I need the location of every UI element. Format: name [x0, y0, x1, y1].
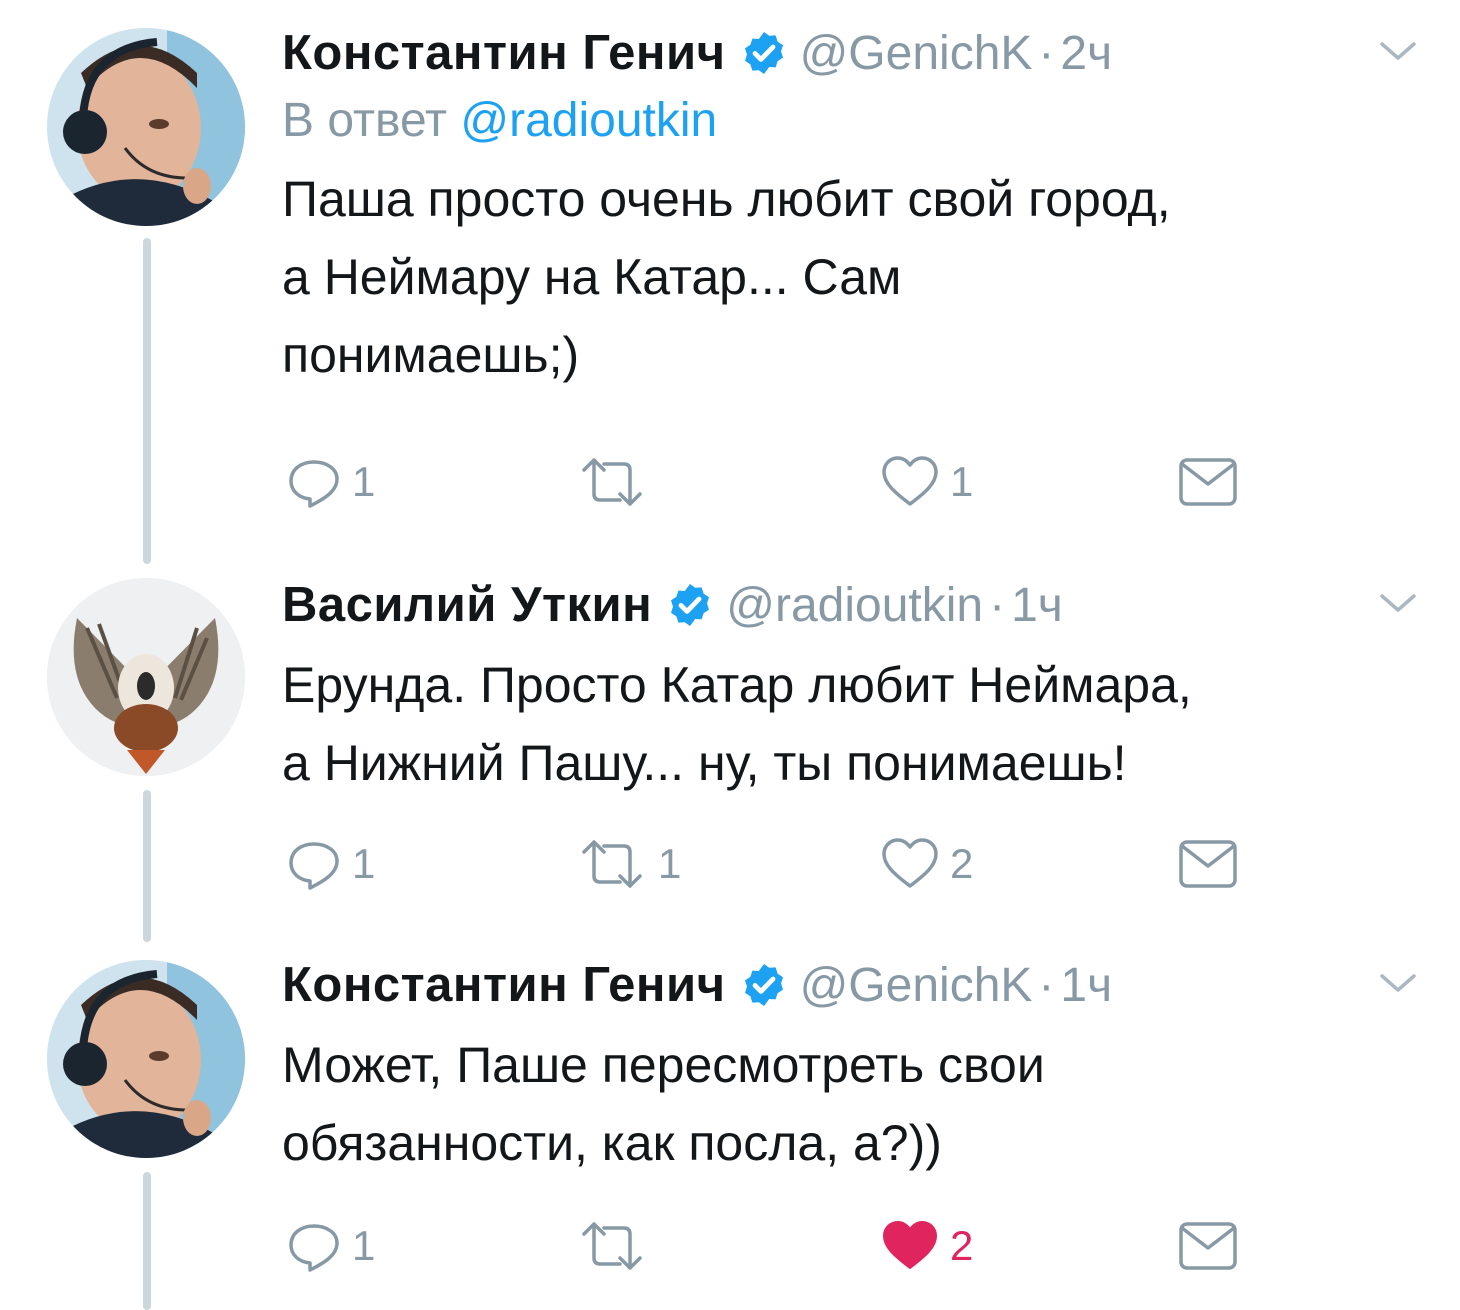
retweet-button[interactable] — [576, 1216, 658, 1276]
tweet-text: Паша просто очень любит свой город, а Не… — [282, 171, 1171, 383]
retweet-icon — [582, 458, 642, 506]
avatar[interactable] — [47, 578, 245, 776]
timestamp[interactable]: 2ч — [1060, 26, 1112, 81]
avatar-image — [47, 578, 245, 776]
author-name[interactable]: Константин Генич — [282, 957, 726, 1013]
direct-message-button[interactable] — [1178, 452, 1238, 512]
reply-mention-link[interactable]: @radioutkin — [460, 94, 717, 147]
avatar[interactable] — [47, 960, 245, 1158]
like-button[interactable]: 2 — [880, 1216, 973, 1276]
reply-button[interactable]: 1 — [286, 452, 375, 512]
reply-prefix: В ответ — [282, 94, 448, 147]
reply-icon — [289, 1224, 339, 1272]
author-name[interactable]: Василий Уткин — [282, 577, 652, 633]
retweet-count: 1 — [658, 840, 682, 887]
envelope-icon — [1179, 840, 1237, 888]
like-count: 1 — [950, 458, 974, 505]
reply-count: 1 — [352, 840, 376, 887]
tweet-text: Может, Паше пересмотреть свои обязанност… — [282, 1037, 1045, 1171]
verified-badge-icon — [740, 961, 788, 1009]
like-count: 2 — [950, 1222, 974, 1269]
tweet-header: Константин Генич @GenichK · 2ч — [282, 18, 1420, 88]
reply-button[interactable]: 1 — [286, 834, 375, 894]
reply-count: 1 — [352, 1222, 376, 1269]
author-handle[interactable]: @radioutkin — [726, 578, 983, 633]
heart-filled-icon — [883, 1221, 937, 1269]
author-handle[interactable]: @GenichK — [800, 26, 1033, 81]
tweet[interactable]: Василий Уткин @radioutkin · 1ч Ерунда. П… — [0, 562, 1460, 942]
reply-context: В ответ @radioutkin — [282, 88, 1420, 154]
timestamp[interactable]: 1ч — [1060, 958, 1112, 1013]
retweet-icon — [582, 840, 642, 888]
envelope-icon — [1179, 458, 1237, 506]
like-count: 2 — [950, 840, 974, 887]
tweet[interactable]: Константин Генич @GenichK · 1ч Может, Па… — [0, 944, 1460, 1310]
envelope-icon — [1179, 1222, 1237, 1270]
separator-dot: · — [1038, 958, 1055, 1012]
verified-badge-icon — [740, 29, 788, 77]
direct-message-button[interactable] — [1178, 834, 1238, 894]
reply-button[interactable]: 1 — [286, 1216, 375, 1276]
tweet-header: Василий Уткин @radioutkin · 1ч — [282, 570, 1420, 640]
reply-count: 1 — [352, 458, 376, 505]
tweet-header: Константин Генич @GenichK · 1ч — [282, 950, 1420, 1020]
tweet[interactable]: Константин Генич @GenichK · 2ч В ответ @… — [0, 0, 1460, 560]
direct-message-button[interactable] — [1178, 1216, 1238, 1276]
reply-icon — [289, 460, 339, 508]
timestamp[interactable]: 1ч — [1011, 578, 1063, 633]
chevron-down-icon[interactable] — [1378, 36, 1418, 66]
tweet-actions: 1 2 — [282, 1216, 1262, 1276]
separator-dot: · — [1038, 26, 1055, 80]
author-name[interactable]: Константин Генич — [282, 25, 726, 81]
chevron-down-icon[interactable] — [1378, 968, 1418, 998]
separator-dot: · — [989, 578, 1006, 632]
reply-icon — [289, 842, 339, 890]
retweet-button[interactable]: 1 — [576, 834, 681, 894]
like-button[interactable]: 2 — [880, 834, 973, 894]
heart-icon — [882, 456, 938, 506]
verified-badge-icon — [666, 581, 714, 629]
chevron-down-icon[interactable] — [1378, 588, 1418, 618]
tweet-text: Ерунда. Просто Катар любит Неймара, а Ни… — [282, 657, 1192, 791]
heart-icon — [882, 838, 938, 888]
author-handle[interactable]: @GenichK — [800, 958, 1033, 1013]
tweet-actions: 1 1 2 — [282, 834, 1262, 894]
like-button[interactable]: 1 — [880, 452, 973, 512]
avatar[interactable] — [47, 28, 245, 226]
avatar-image — [47, 960, 245, 1158]
tweet-actions: 1 1 — [282, 452, 1262, 512]
avatar-image — [47, 28, 245, 226]
retweet-button[interactable] — [576, 452, 658, 512]
retweet-icon — [582, 1222, 642, 1270]
